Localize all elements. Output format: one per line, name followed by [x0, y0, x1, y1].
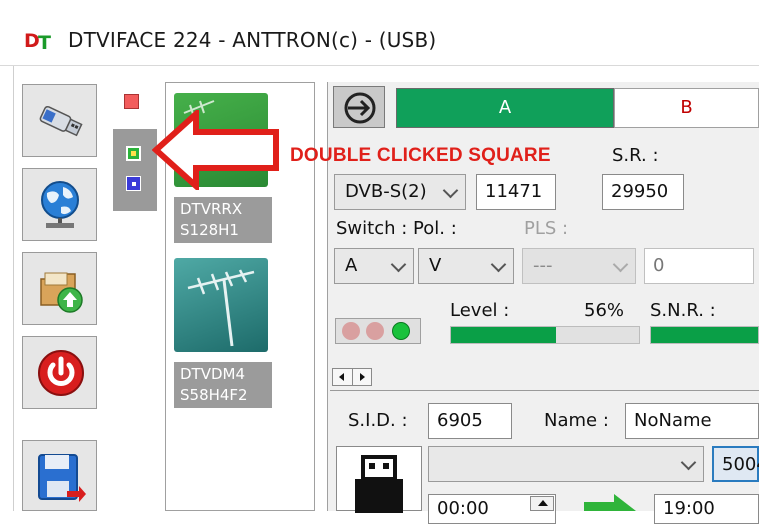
- title-divider: [0, 65, 759, 66]
- app-logo: D T: [24, 27, 62, 54]
- pls-mode-value: ---: [533, 255, 553, 276]
- usb-stick-icon: [355, 455, 403, 513]
- frequency-field[interactable]: 11471: [476, 174, 556, 210]
- upload-button[interactable]: [22, 252, 97, 325]
- switch-pol-label: Switch : Pol. :: [336, 218, 457, 239]
- switch-select[interactable]: A: [334, 248, 414, 284]
- system-select[interactable]: DVB-S(2): [334, 174, 466, 210]
- usb-icon: [39, 105, 83, 137]
- snr-bar-fill: [651, 327, 758, 343]
- power-button[interactable]: [22, 336, 97, 409]
- antenna-icon: [187, 269, 255, 347]
- svg-text:T: T: [38, 32, 51, 53]
- sid-label: S.I.D. :: [348, 410, 408, 431]
- pid-field[interactable]: 5004: [712, 446, 759, 482]
- chevron-down-icon: [680, 454, 697, 471]
- level-bar-fill: [451, 327, 557, 343]
- green-light: [392, 322, 410, 340]
- name-label: Name :: [544, 410, 609, 431]
- device-2-name: DTVDM4: [180, 365, 246, 383]
- device-2-model: S58H4F2: [180, 386, 248, 404]
- time-field-2[interactable]: 19:00: [654, 494, 759, 524]
- device-1-name: DTVRRX: [180, 200, 243, 218]
- globe-network-icon: [41, 181, 79, 228]
- pls-field: 0: [644, 248, 754, 284]
- red-indicator-square[interactable]: [124, 94, 139, 109]
- annotation-label: DOUBLE CLICKED SQUARE: [290, 145, 551, 166]
- sid-field[interactable]: 6905: [428, 403, 512, 439]
- arrow-left-icon: [339, 373, 344, 381]
- scroll-right-button[interactable]: [353, 369, 371, 385]
- sr-label: S.R. :: [612, 145, 659, 166]
- level-label: Level :: [450, 300, 510, 321]
- tab-a[interactable]: A: [396, 88, 614, 128]
- green-indicator-square[interactable]: [126, 146, 141, 161]
- status-lights: [335, 318, 421, 344]
- chevron-down-icon: [490, 256, 507, 273]
- usb-device-image: [336, 446, 422, 513]
- tab-b[interactable]: B: [614, 88, 759, 128]
- selected-marker: [131, 151, 136, 156]
- upload-folder-icon: [40, 272, 83, 313]
- system-value: DVB-S(2): [345, 181, 427, 202]
- chevron-down-icon: [612, 256, 629, 273]
- device-label-1[interactable]: DTVRRX S128H1: [174, 197, 272, 243]
- annotation-arrow: [152, 110, 279, 190]
- device-1-model: S128H1: [180, 221, 239, 239]
- green-arrow-icon: [584, 494, 636, 511]
- time-spinner[interactable]: [530, 496, 554, 511]
- device-thumb-2[interactable]: [174, 258, 268, 352]
- pol-value: V: [429, 255, 442, 276]
- chevron-down-icon: [390, 256, 407, 273]
- switch-value: A: [345, 255, 358, 276]
- blue-indicator-square[interactable]: [126, 176, 141, 191]
- scroll-buttons: [332, 368, 372, 386]
- blue-marker: [132, 182, 136, 186]
- level-bar: [450, 326, 640, 344]
- spin-up-icon: [538, 500, 548, 506]
- pls-mode-select: ---: [522, 248, 636, 284]
- service-select[interactable]: [428, 446, 704, 482]
- window-title: DTVIFACE 224 - ANTTRON(c) - (USB): [68, 28, 437, 52]
- amber-light: [366, 322, 384, 340]
- enter-arrow-icon: [344, 92, 376, 124]
- pol-select[interactable]: V: [418, 248, 514, 284]
- device-label-2[interactable]: DTVDM4 S58H4F2: [174, 362, 272, 408]
- sr-field[interactable]: 29950: [602, 174, 684, 210]
- arrow-right-icon: [360, 373, 365, 381]
- indicator-strip: [113, 129, 157, 211]
- network-button[interactable]: [22, 168, 97, 241]
- snr-label: S.N.R. :: [650, 300, 716, 321]
- usb-button[interactable]: [22, 84, 97, 157]
- scroll-left-button[interactable]: [333, 369, 353, 385]
- save-export-icon: [38, 454, 86, 502]
- name-field[interactable]: NoName: [625, 403, 759, 439]
- window-edge: [13, 66, 14, 511]
- level-percent: 56%: [584, 300, 625, 321]
- chevron-down-icon: [442, 182, 459, 199]
- power-icon: [38, 350, 84, 396]
- switch-input-button[interactable]: [333, 86, 385, 128]
- snr-bar: [650, 326, 759, 344]
- pls-label: PLS :: [524, 218, 569, 239]
- red-light: [342, 322, 360, 340]
- save-button[interactable]: [22, 440, 97, 511]
